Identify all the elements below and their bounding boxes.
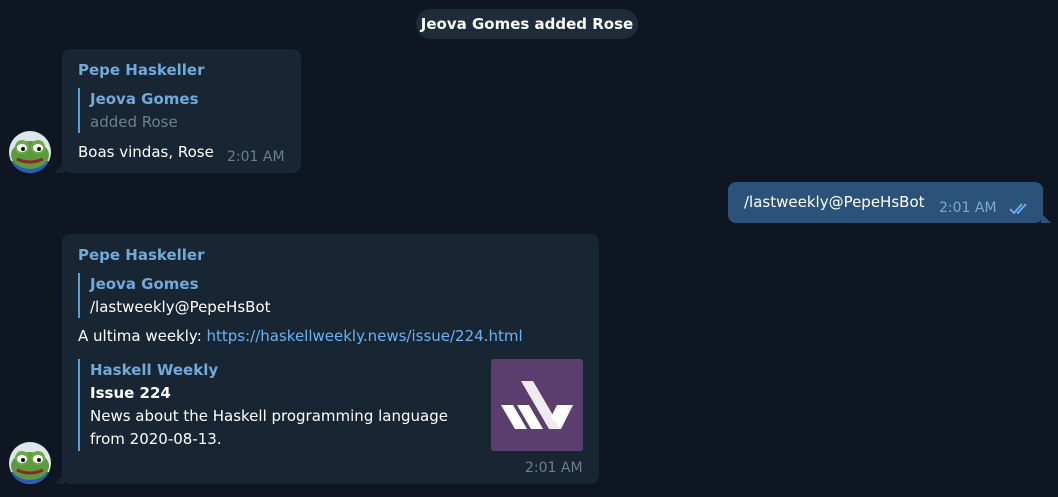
frog-avatar-icon	[9, 131, 51, 173]
preview-description-line2: from 2020-08-13.	[90, 430, 222, 448]
reply-text: /lastweekly@PepeHsBot	[90, 298, 271, 316]
frog-avatar-icon	[9, 442, 51, 484]
reply-author: Jeova Gomes	[90, 275, 199, 293]
preview-description-line1: News about the Haskell programming langu…	[90, 407, 448, 425]
sender-name[interactable]: Pepe Haskeller	[78, 246, 205, 264]
preview-site-name: Haskell Weekly	[90, 361, 219, 379]
reply-quote[interactable]: Jeova Gomes added Rose	[78, 88, 199, 133]
service-message-text: Jeova Gomes added Rose	[420, 15, 634, 33]
message-time: 2:01 AM	[227, 149, 285, 165]
reply-quote[interactable]: Jeova Gomes /lastweekly@PepeHsBot	[78, 273, 271, 318]
message-text: A ultima weekly: https://haskellweekly.n…	[78, 327, 523, 345]
avatar[interactable]	[9, 131, 51, 173]
preview-title: Issue 224	[90, 384, 171, 402]
reply-author: Jeova Gomes	[90, 90, 199, 108]
reply-text: added Rose	[90, 113, 178, 131]
bubble-tail	[1041, 213, 1051, 223]
message-text-prefix: A ultima weekly:	[78, 327, 207, 345]
sender-name[interactable]: Pepe Haskeller	[78, 61, 205, 79]
double-check-icon	[1009, 200, 1033, 220]
incoming-message-2[interactable]: Pepe Haskeller Jeova Gomes /lastweekly@P…	[54, 234, 599, 484]
bubble-tail	[54, 474, 64, 484]
link-preview[interactable]: Haskell Weekly Issue 224 News about the …	[78, 359, 448, 451]
avatar[interactable]	[9, 442, 51, 484]
message-text: /lastweekly@PepeHsBot	[744, 193, 925, 211]
message-time: 2:01 AM	[939, 200, 997, 216]
preview-thumbnail[interactable]	[491, 359, 583, 451]
message-time: 2:01 AM	[525, 460, 583, 476]
incoming-message-1[interactable]: Pepe Haskeller Jeova Gomes added Rose Bo…	[54, 49, 301, 173]
message-link[interactable]: https://haskellweekly.news/issue/224.htm…	[207, 327, 523, 345]
message-text: Boas vindas, Rose	[78, 143, 214, 161]
bubble-tail	[54, 163, 64, 173]
haskell-weekly-logo-icon	[491, 359, 583, 451]
outgoing-message[interactable]: /lastweekly@PepeHsBot 2:01 AM	[728, 182, 1051, 223]
service-message: Jeova Gomes added Rose	[416, 9, 638, 39]
